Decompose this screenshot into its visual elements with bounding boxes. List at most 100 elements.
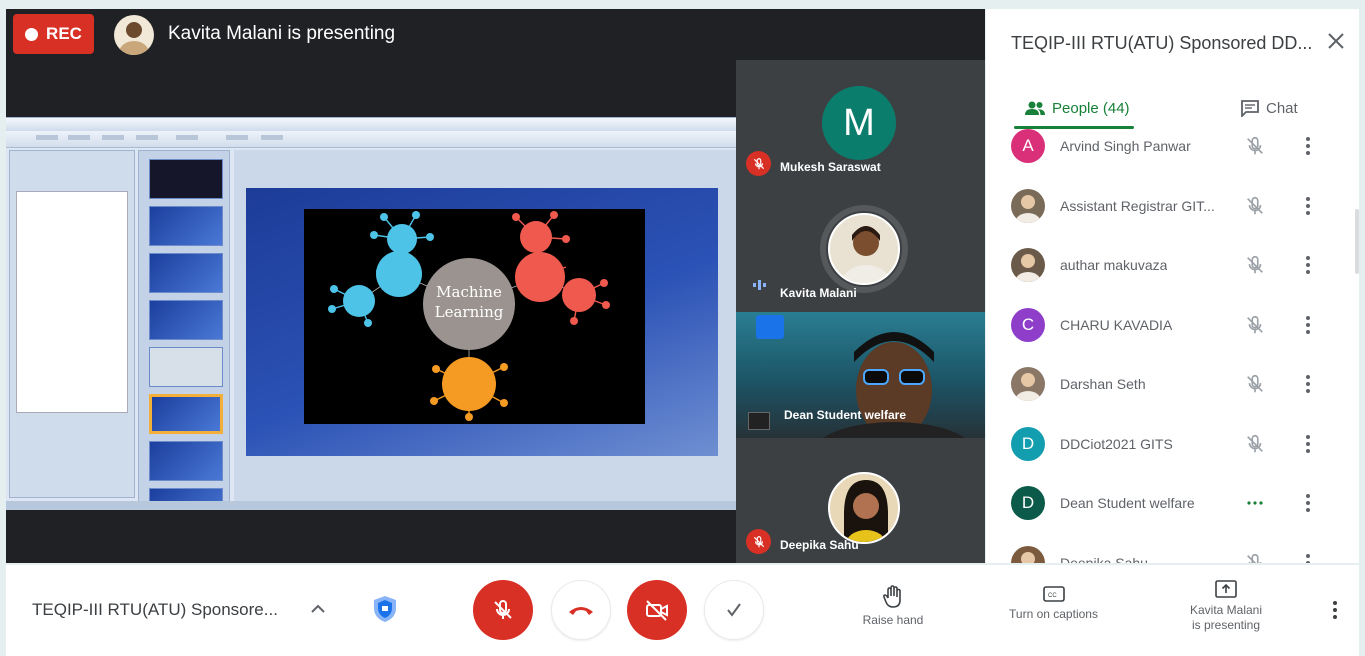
participant-avatar: D xyxy=(1011,426,1045,461)
mic-off-icon xyxy=(1244,254,1266,276)
tile-avatar-photo xyxy=(828,213,900,285)
panel-title: TEQIP-III RTU(ATU) Sponsored DD... xyxy=(1011,33,1313,53)
captions-label: Turn on captions xyxy=(1009,607,1098,621)
avatar-letter: A xyxy=(1022,136,1034,155)
leave-call-button[interactable] xyxy=(551,580,611,640)
participant-name: Deepika Sahu xyxy=(1060,554,1148,564)
participant-avatar xyxy=(1011,248,1045,282)
participant-avatar: D xyxy=(1011,486,1045,520)
list-item[interactable]: C CHARU KAVADIA xyxy=(986,306,1359,346)
tile-kavita[interactable]: Kavita Malani xyxy=(736,186,985,312)
people-list-scrollbar[interactable] xyxy=(1355,209,1359,274)
presenting-label-1: Kavita Malani xyxy=(1189,603,1263,617)
list-item[interactable]: Assistant Registrar GIT... xyxy=(986,187,1359,227)
screen-slide-canvas: Machine Learning xyxy=(234,150,736,504)
screen-share-icon xyxy=(756,315,784,339)
list-item[interactable]: authar makuvaza xyxy=(986,246,1359,286)
camera-toggle-button[interactable] xyxy=(627,580,687,640)
checkmark-icon xyxy=(727,603,741,617)
mic-off-icon xyxy=(1244,552,1266,563)
shield-icon[interactable] xyxy=(372,595,398,623)
presenter-avatar xyxy=(114,15,154,55)
more-options-icon[interactable] xyxy=(1304,135,1312,157)
tile-mukesh[interactable]: M Mukesh Saraswat xyxy=(736,60,985,186)
tile-name: Kavita Malani xyxy=(780,286,857,300)
tab-people[interactable]: People (44) xyxy=(1024,89,1130,127)
more-options-icon[interactable] xyxy=(1304,254,1312,276)
screen-ribbon xyxy=(6,131,736,148)
mic-off-icon xyxy=(746,529,771,554)
chat-icon xyxy=(1241,100,1259,117)
list-item[interactable]: Deepika Sahu xyxy=(986,544,1359,564)
mic-off-icon xyxy=(1244,135,1266,157)
more-options-icon[interactable] xyxy=(1304,314,1312,336)
screen-slide-thumbnails xyxy=(138,150,230,510)
more-options-icon[interactable] xyxy=(1304,195,1312,217)
camera-off-icon xyxy=(646,600,668,621)
list-item[interactable]: D DDCiot2021 GITS xyxy=(986,425,1359,465)
tile-deepika[interactable]: Deepika Sahu xyxy=(736,438,985,563)
more-options-icon[interactable] xyxy=(1304,492,1312,514)
participant-avatar xyxy=(1011,367,1045,401)
list-item[interactable]: D Dean Student welfare xyxy=(986,484,1359,524)
presenting-button[interactable]: Kavita Malani is presenting xyxy=(1171,579,1281,633)
chevron-up-icon[interactable] xyxy=(309,600,327,618)
participant-avatar xyxy=(1011,188,1045,223)
captions-icon: CC xyxy=(1042,586,1065,602)
participant-name: Darshan Seth xyxy=(1060,376,1146,392)
control-bar: TEQIP-III RTU(ATU) Sponsore... Raise han… xyxy=(6,565,1359,656)
screen-window-titlebar xyxy=(6,118,736,131)
mic-off-icon xyxy=(1244,373,1266,395)
people-icon xyxy=(1025,101,1045,115)
avatar-letter: D xyxy=(1021,493,1035,512)
tab-chat[interactable]: Chat xyxy=(1240,89,1298,127)
mic-off-icon xyxy=(494,599,512,619)
close-icon xyxy=(1328,33,1344,49)
more-options-icon[interactable] xyxy=(1304,552,1312,563)
video-thumbnail-icon xyxy=(748,412,770,430)
raise-hand-button[interactable]: Raise hand xyxy=(848,585,938,628)
tile-avatar: M xyxy=(822,86,896,160)
meeting-stage: REC Kavita Malani is presenting Machine … xyxy=(6,9,985,563)
captions-button[interactable]: CC Turn on captions xyxy=(996,585,1111,622)
tile-name: Mukesh Saraswat xyxy=(780,160,881,174)
tile-avatar-photo xyxy=(828,472,900,544)
participant-avatar: A xyxy=(1011,129,1045,163)
participant-avatar xyxy=(1011,545,1045,563)
svg-text:CC: CC xyxy=(1048,593,1057,599)
record-dot-icon xyxy=(25,27,39,41)
meeting-details-label[interactable]: TEQIP-III RTU(ATU) Sponsore... xyxy=(32,600,278,620)
tile-name: Deepika Sahu xyxy=(780,538,859,552)
mic-off-icon xyxy=(746,151,771,176)
confirm-button[interactable] xyxy=(704,580,764,640)
close-panel-button[interactable] xyxy=(1327,31,1345,55)
participant-name: Assistant Registrar GIT... xyxy=(1060,197,1215,214)
raise-hand-label: Raise hand xyxy=(862,613,924,627)
presenter-banner: Kavita Malani is presenting xyxy=(168,23,396,44)
rec-label: REC xyxy=(46,24,82,43)
tab-people-label: People (44) xyxy=(1052,99,1130,117)
mic-off-icon xyxy=(1244,195,1266,217)
more-options-icon[interactable] xyxy=(1304,433,1312,455)
presenting-label-2: is presenting xyxy=(1191,618,1261,632)
list-item[interactable]: Darshan Seth xyxy=(986,365,1359,405)
avatar-letter: C xyxy=(1021,314,1035,334)
hang-up-icon xyxy=(569,607,593,615)
list-item[interactable]: A Arvind Singh Panwar xyxy=(986,127,1359,167)
microphone-toggle-button[interactable] xyxy=(473,580,533,640)
avatar-letter: D xyxy=(1021,433,1035,453)
screen-task-pane xyxy=(9,150,135,498)
participant-tiles: M Mukesh Saraswat Kavita Malani Dean Stu… xyxy=(736,60,985,563)
shared-screen: Machine Learning xyxy=(6,117,736,510)
mic-off-icon xyxy=(1244,433,1266,455)
tile-dean[interactable]: Dean Student welfare xyxy=(736,312,985,438)
slide-center-text: Machine Learning xyxy=(434,283,504,321)
more-options-icon[interactable] xyxy=(1304,373,1312,395)
participant-name: Arvind Singh Panwar xyxy=(1060,138,1191,154)
tile-name: Dean Student welfare xyxy=(784,408,907,422)
recording-indicator[interactable]: REC xyxy=(13,14,94,54)
people-panel: TEQIP-III RTU(ATU) Sponsored DD... Peopl… xyxy=(986,9,1359,563)
slide: Machine Learning xyxy=(246,188,718,456)
participant-name: authar makuvaza xyxy=(1060,257,1168,273)
more-options-icon[interactable] xyxy=(1331,599,1339,621)
